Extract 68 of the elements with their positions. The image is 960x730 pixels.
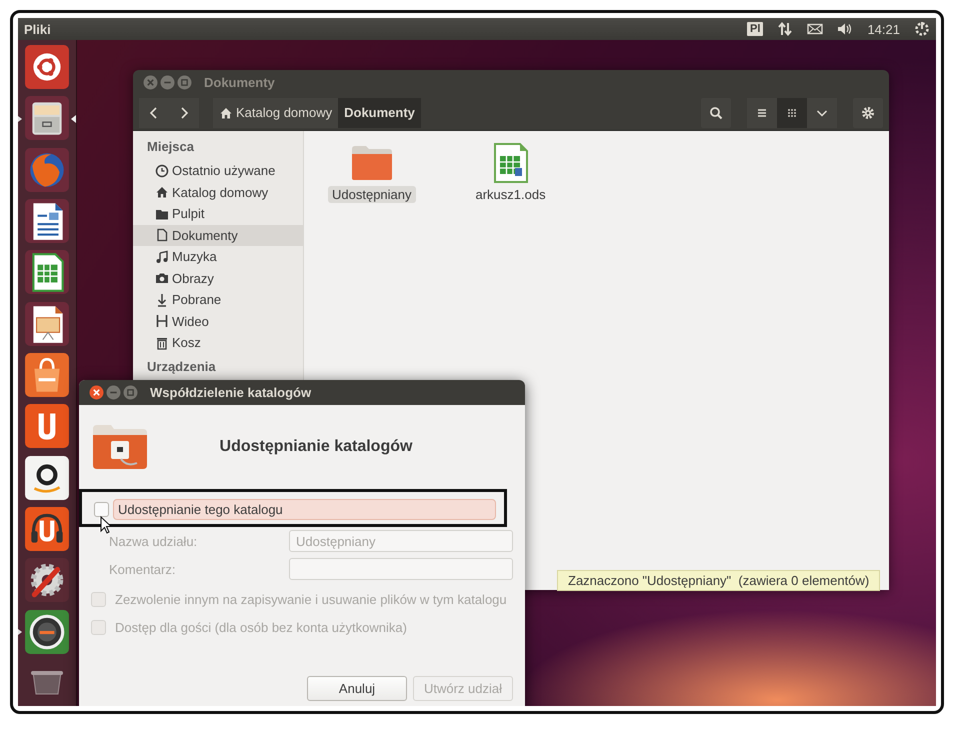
sidebar-item[interactable]: Ostatnio używane: [133, 160, 303, 182]
launcher-item[interactable]: [22, 454, 72, 501]
spreadsheet-icon: [24, 249, 70, 296]
shared-folder-icon: [91, 423, 149, 471]
sidebar-item[interactable]: Muzyka: [133, 246, 303, 268]
launcher-item[interactable]: [22, 44, 72, 90]
home-icon: [155, 185, 169, 200]
sidebar-heading: Miejsca: [146, 138, 195, 156]
close-icon[interactable]: [89, 385, 104, 400]
sidebar-item[interactable]: Pulpit: [133, 203, 303, 224]
sidebar-item[interactable]: Kosz: [133, 332, 303, 354]
maximize-icon[interactable]: [123, 385, 138, 400]
search-icon: [709, 106, 723, 120]
folder-icon: [350, 143, 394, 183]
app-title: Pliki: [24, 22, 52, 36]
search-button[interactable]: [701, 98, 731, 128]
status-tooltip: Zaznaczono "Udostępniany" (zawiera 0 elementów): [557, 570, 880, 591]
checkbox[interactable]: [94, 502, 109, 517]
launcher-item[interactable]: [22, 352, 72, 398]
launcher-item[interactable]: [22, 403, 72, 450]
launcher-item[interactable]: [22, 198, 72, 244]
window-title: Dokumenty: [204, 75, 275, 90]
file-item[interactable]: Udostępniany: [328, 143, 416, 203]
field-label: Komentarz:: [109, 562, 176, 576]
page-icon: [155, 228, 169, 242]
music-note-icon: [155, 250, 169, 264]
horseshoe-icon: [24, 403, 70, 450]
wrench-gear-icon: [24, 557, 70, 604]
download-arrow-icon: [155, 292, 169, 307]
speaker-icon[interactable]: [837, 21, 854, 37]
launcher-item[interactable]: [22, 506, 72, 552]
maximize-icon[interactable]: [177, 75, 192, 90]
dialog-title: Współdzielenie katalogów: [150, 385, 312, 400]
file-item[interactable]: arkusz1.ods: [472, 143, 550, 203]
clock-icon: [155, 164, 169, 178]
headphones-icon: [24, 506, 70, 552]
launcher-item[interactable]: [22, 249, 72, 296]
sidebar-item[interactable]: Katalog domowy: [133, 182, 303, 203]
launcher-item[interactable]: [22, 300, 72, 347]
presentation-icon: [24, 300, 70, 347]
breadcrumb-button[interactable]: Dokumenty: [338, 98, 421, 128]
clock[interactable]: 14:21: [867, 22, 900, 36]
sidebar-heading: Urządzenia: [146, 358, 217, 376]
film-icon: [155, 314, 169, 328]
launcher-item[interactable]: [22, 557, 72, 604]
minimize-icon[interactable]: [160, 75, 175, 90]
dialog-button[interactable]: Anuluj: [307, 676, 407, 701]
power-gear-icon[interactable]: [914, 21, 930, 37]
checkbox-label[interactable]: Udostępnianie tego katalogu: [113, 499, 496, 520]
logo-icon: [24, 44, 70, 90]
camera-icon: [155, 271, 169, 286]
gear-icon: [861, 106, 875, 120]
sidebar-item[interactable]: Pobrane: [133, 289, 303, 310]
trash-icon: [155, 336, 169, 350]
view-mode-button[interactable]: [777, 98, 807, 128]
sidebar-item[interactable]: Obrazy: [133, 268, 303, 289]
keyboard-layout-indicator[interactable]: Pl: [747, 22, 764, 36]
sidebar-item[interactable]: Wideo: [133, 310, 303, 332]
document-icon: [24, 198, 70, 244]
shopping-bag-icon: [24, 352, 70, 398]
sidebar-item[interactable]: Dokumenty: [133, 224, 303, 246]
field-label: Nazwa udziału:: [109, 534, 198, 548]
dialog-heading: Udostępnianie katalogów: [218, 438, 414, 456]
settings-button[interactable]: [853, 98, 883, 128]
globe-icon: [24, 146, 70, 193]
drawer-icon: [24, 95, 70, 142]
network-arrows-icon[interactable]: [777, 21, 794, 37]
mail-icon[interactable]: [807, 21, 824, 37]
